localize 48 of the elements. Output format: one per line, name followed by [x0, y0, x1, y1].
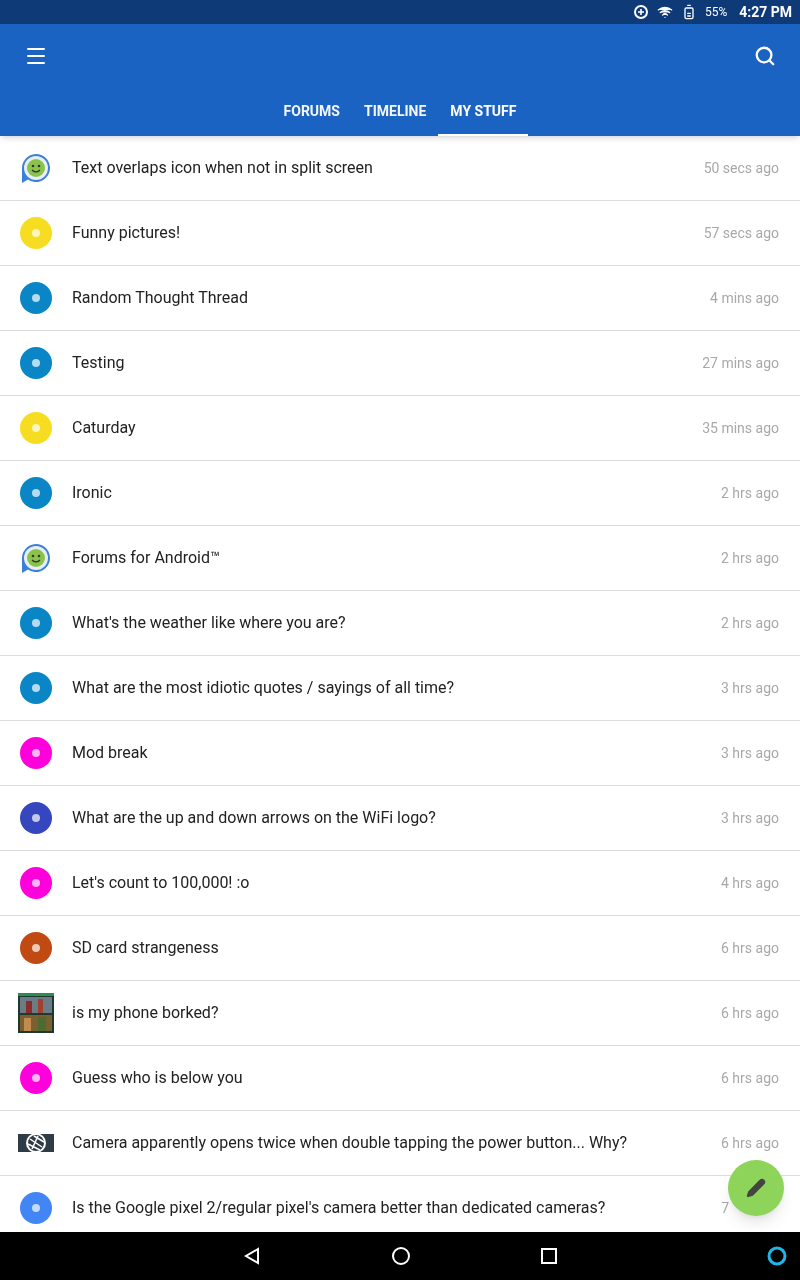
- tab[interactable]: FORUMS: [271, 88, 352, 136]
- thread-time: 4 mins ago: [710, 289, 779, 308]
- thread-title[interactable]: Funny pictures!: [72, 221, 696, 245]
- thread-time: 7: [721, 1199, 729, 1218]
- thread-title[interactable]: Forums for Android™: [72, 546, 714, 570]
- thread-title[interactable]: Text overlaps icon when not in split screen: [72, 156, 696, 180]
- pencil-icon: [746, 1178, 766, 1198]
- thread-time: 4 hrs ago: [721, 874, 779, 893]
- thread-title[interactable]: Let's count to 100,000! :o: [72, 871, 714, 895]
- thread-title[interactable]: SD card strangeness: [72, 936, 714, 960]
- thread-time: 27 mins ago: [702, 354, 779, 373]
- tab[interactable]: MY STUFF: [438, 88, 529, 136]
- thread-time: 6 hrs ago: [721, 1069, 779, 1088]
- thread-time: 6 hrs ago: [721, 939, 779, 958]
- thread-time: 57 secs ago: [703, 224, 779, 243]
- thread-time: 50 secs ago: [703, 159, 779, 178]
- thread-title[interactable]: What's the weather like where you are?: [72, 611, 714, 635]
- thread-title[interactable]: Ironic: [72, 481, 714, 505]
- thread-time: 2 hrs ago: [721, 484, 779, 503]
- thread-title[interactable]: What are the up and down arrows on the WiFi logo?: [72, 806, 714, 830]
- thread-time: 3 hrs ago: [721, 744, 779, 763]
- battery-level: 55%: [704, 4, 728, 20]
- thread-title[interactable]: Mod break: [72, 741, 714, 765]
- thread-time: 3 hrs ago: [721, 679, 779, 698]
- search-icon[interactable]: [754, 45, 776, 67]
- thread-title[interactable]: Random Thought Thread: [72, 286, 703, 310]
- thread-title[interactable]: What are the most idiotic quotes / sayings of all time?: [72, 676, 714, 700]
- thread-time: 35 mins ago: [702, 419, 779, 438]
- thread-title[interactable]: Is the Google pixel 2/regular pixel's camera better than dedicated cameras?: [72, 1196, 714, 1220]
- data-saver-icon: [632, 4, 649, 20]
- assistant-icon[interactable]: [766, 1245, 788, 1267]
- thread-time: 2 hrs ago: [721, 549, 779, 568]
- back-icon[interactable]: [243, 1247, 261, 1265]
- thread-title[interactable]: Camera apparently opens twice when double tapping the power button... Why?: [72, 1131, 714, 1155]
- thread-title[interactable]: Testing: [72, 351, 695, 375]
- thread-title[interactable]: Guess who is below you: [72, 1066, 714, 1090]
- thread-time: 3 hrs ago: [721, 809, 779, 828]
- thread-title[interactable]: Caturday: [72, 416, 695, 440]
- thread-title[interactable]: is my phone borked?: [72, 1001, 714, 1025]
- home-icon[interactable]: [391, 1246, 411, 1266]
- compose-button[interactable]: [728, 1160, 784, 1216]
- thread-time: 6 hrs ago: [721, 1134, 779, 1153]
- thread-time: 6 hrs ago: [721, 1004, 779, 1023]
- thread-time: 2 hrs ago: [721, 614, 779, 633]
- clock: 4:27 PM: [739, 3, 792, 22]
- wifi-icon: [656, 4, 673, 20]
- recents-icon[interactable]: [541, 1248, 557, 1264]
- tab[interactable]: TIMELINE: [352, 88, 439, 136]
